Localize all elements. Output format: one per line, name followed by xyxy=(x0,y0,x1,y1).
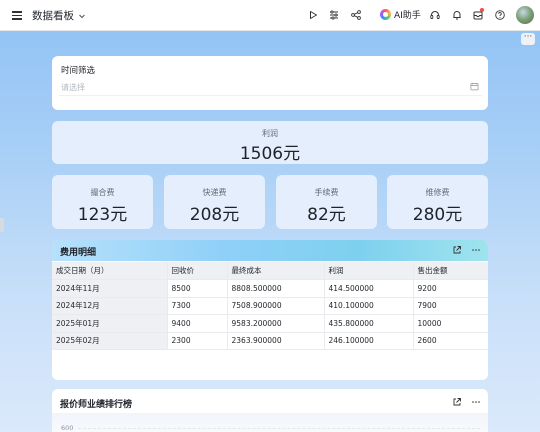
profit-metric-card: 利润 1506元 xyxy=(52,121,488,164)
time-filter-placeholder: 请选择 xyxy=(61,83,85,92)
metric-label: 利润 xyxy=(262,129,278,138)
table-row: 2024年11月 8500 8808.500000 414.500000 920… xyxy=(52,279,488,298)
metric-value: 208元 xyxy=(189,205,240,225)
page-more-button[interactable]: ··· xyxy=(521,33,535,45)
avatar[interactable] xyxy=(516,6,534,24)
share-icon[interactable] xyxy=(350,9,362,21)
column-header[interactable]: 回收价 xyxy=(167,262,228,280)
ai-assistant-button[interactable]: AI助手 xyxy=(380,8,421,21)
table-cell: 246.100000 xyxy=(324,332,414,350)
ranking-title: 报价师业绩排行榜 xyxy=(60,400,133,410)
table-cell: 9583.200000 xyxy=(227,314,325,333)
y-axis-tick-label: 600 xyxy=(61,424,74,432)
table-row: 2024年12月 7300 7508.900000 410.100000 790… xyxy=(52,297,488,315)
help-icon[interactable] xyxy=(494,9,506,21)
table-cell: 2024年12月 xyxy=(52,297,168,315)
table-row: 2025年02月 2300 2363.900000 246.100000 260… xyxy=(52,332,488,350)
time-filter-card: 时间筛选 请选择 xyxy=(52,56,488,110)
table-cell: 2600 xyxy=(413,332,488,350)
time-filter-label: 时间筛选 xyxy=(61,66,96,76)
table-cell: 7900 xyxy=(413,297,488,315)
expand-icon[interactable] xyxy=(452,245,462,255)
metric-label: 手续费 xyxy=(314,188,339,197)
ai-assistant-label: AI助手 xyxy=(394,11,421,21)
table-cell: 2025年01月 xyxy=(52,314,168,333)
dashboard-title-dropdown[interactable]: 数据看板 xyxy=(32,8,86,23)
bell-icon[interactable] xyxy=(451,9,463,21)
sidebar-drag-handle[interactable] xyxy=(0,218,4,232)
column-header[interactable]: 利润 xyxy=(324,262,414,280)
table-cell: 9200 xyxy=(413,279,488,298)
metric-label: 维修费 xyxy=(425,188,450,197)
service-fee-metric-card: 手续费 82元 xyxy=(276,175,377,229)
table-row: 2025年01月 9400 9583.200000 435.800000 100… xyxy=(52,314,488,333)
table-cell: 414.500000 xyxy=(324,279,414,298)
table-cell: 7508.900000 xyxy=(227,297,325,315)
cost-detail-header: 费用明细 xyxy=(52,240,488,261)
notification-dot xyxy=(480,8,484,12)
table-cell: 10000 xyxy=(413,314,488,333)
table-cell: 8500 xyxy=(167,279,228,298)
table-cell: 2025年02月 xyxy=(52,332,168,350)
calendar-icon xyxy=(470,82,479,91)
more-icon[interactable] xyxy=(471,245,481,255)
ai-logo-icon xyxy=(380,9,391,20)
column-header[interactable]: 最终成本 xyxy=(227,262,325,280)
gridline xyxy=(78,428,480,429)
metric-value: 280元 xyxy=(412,205,463,225)
ranking-chart-area xyxy=(52,413,488,432)
metric-label: 撮合费 xyxy=(90,188,115,197)
table-header-row: 成交日期（月） 回收价 最终成本 利润 售出金额 xyxy=(52,262,488,280)
table-cell: 8808.500000 xyxy=(227,279,325,298)
metric-value: 82元 xyxy=(307,205,346,225)
metric-value: 1506元 xyxy=(239,144,301,164)
expand-icon[interactable] xyxy=(452,397,462,407)
chevron-down-icon xyxy=(79,14,85,18)
top-bar: 数据看板 AI助手 xyxy=(0,0,540,31)
more-icon[interactable] xyxy=(471,397,481,407)
metric-value: 123元 xyxy=(77,205,128,225)
table-cell: 7300 xyxy=(167,297,228,315)
column-header[interactable]: 成交日期（月） xyxy=(52,262,168,280)
settings-sliders-icon[interactable] xyxy=(328,9,340,21)
matching-fee-metric-card: 撮合费 123元 xyxy=(52,175,153,229)
table-cell: 2024年11月 xyxy=(52,279,168,298)
page-title: 数据看板 xyxy=(32,10,74,22)
table-cell: 2300 xyxy=(167,332,228,350)
play-icon[interactable] xyxy=(307,9,319,21)
ranking-card: 报价师业绩排行榜 600 xyxy=(52,389,488,432)
table-cell: 9400 xyxy=(167,314,228,333)
time-filter-select[interactable]: 请选择 xyxy=(59,79,482,96)
column-header[interactable]: 售出金额 xyxy=(413,262,488,280)
cost-detail-table: 成交日期（月） 回收价 最终成本 利润 售出金额 2024年11月 8500 8… xyxy=(52,262,488,350)
menu-icon[interactable] xyxy=(12,11,22,20)
headset-icon[interactable] xyxy=(429,9,441,21)
table-cell: 435.800000 xyxy=(324,314,414,333)
metric-label: 快递费 xyxy=(202,188,227,197)
cost-detail-card: 费用明细 成交日期（月） 回收价 最终成本 利润 售出金额 2024年11月 8… xyxy=(52,240,488,380)
repair-fee-metric-card: 维修费 280元 xyxy=(387,175,488,229)
table-cell: 2363.900000 xyxy=(227,332,325,350)
shipping-fee-metric-card: 快递费 208元 xyxy=(164,175,265,229)
cost-detail-title: 费用明细 xyxy=(60,248,97,258)
table-cell: 410.100000 xyxy=(324,297,414,315)
